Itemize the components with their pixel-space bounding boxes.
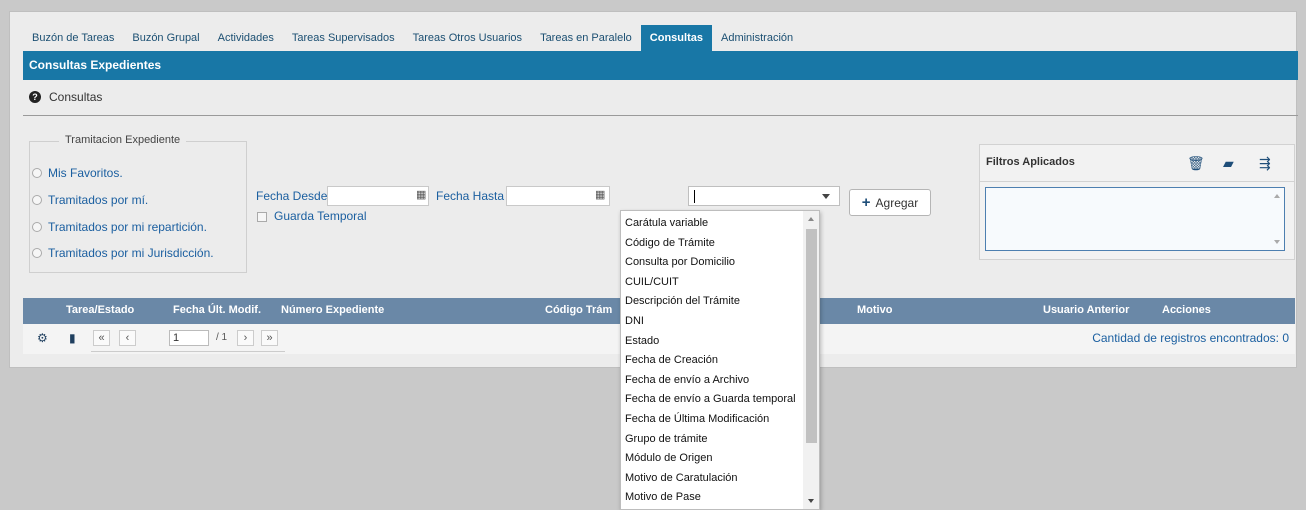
plus-icon: + xyxy=(861,193,871,211)
filtros-textarea[interactable] xyxy=(985,187,1285,251)
tramitacion-legend: Tramitacion Expediente xyxy=(59,134,187,146)
calendar-icon[interactable]: ▦ xyxy=(416,189,428,201)
radio-circle[interactable] xyxy=(32,222,42,232)
dropdown-option[interactable]: Estado xyxy=(621,332,803,352)
radio-label: Tramitados por mi Jurisdicción. xyxy=(48,246,214,260)
radio-circle[interactable] xyxy=(32,195,42,205)
dropdown-option[interactable]: Código de Trámite xyxy=(621,234,803,254)
guarda-temporal-label: Guarda Temporal xyxy=(274,209,367,223)
tab-tareas-supervisados[interactable]: Tareas Supervisados xyxy=(283,25,404,51)
radio-tramitados-por-reparticion[interactable]: Tramitados por mi repartición. xyxy=(32,220,207,234)
scroll-thumb[interactable] xyxy=(806,229,817,443)
agregar-button[interactable]: + Agregar xyxy=(849,189,931,216)
column-header[interactable]: Motivo xyxy=(857,304,892,316)
filtros-title: Filtros Aplicados xyxy=(986,156,1075,168)
fecha-desde-label: Fecha Desde xyxy=(256,189,328,203)
subheader: ? Consultas xyxy=(23,80,1298,116)
records-count: Cantidad de registros encontrados: 0 xyxy=(1092,331,1289,345)
page-total: / 1 xyxy=(216,332,228,343)
radio-circle[interactable] xyxy=(32,168,42,178)
dropdown-option[interactable]: Grupo de trámite xyxy=(621,430,803,450)
column-header[interactable]: Tarea/Estado xyxy=(66,304,134,316)
file-icon[interactable]: ▮ xyxy=(69,331,76,345)
tab-buzon-grupal[interactable]: Buzón Grupal xyxy=(123,25,208,51)
page-number-input[interactable]: 1 xyxy=(169,330,209,346)
dropdown-option[interactable]: Fecha de envío a Guarda temporal xyxy=(621,390,803,410)
dropdown-scrollbar[interactable] xyxy=(803,211,819,509)
folder-open-icon[interactable]: ▰ xyxy=(1223,155,1234,172)
radio-circle[interactable] xyxy=(32,248,42,258)
radio-tramitados-por-mi[interactable]: Tramitados por mí. xyxy=(32,193,148,207)
dropdown-option[interactable]: Módulo de Origen xyxy=(621,449,803,469)
tramitacion-fieldset: Tramitacion Expediente Mis Favoritos. Tr… xyxy=(29,134,247,273)
trash-icon[interactable]: 🗑 xyxy=(1187,155,1205,172)
tab-actividades[interactable]: Actividades xyxy=(209,25,283,51)
dropdown-option[interactable]: Motivo de Pase xyxy=(621,488,803,508)
tab-consultas[interactable]: Consultas xyxy=(640,25,712,51)
column-header[interactable]: Fecha Últ. Modif. xyxy=(173,304,261,316)
dropdown-option[interactable]: Motivo de Caratulación xyxy=(621,469,803,489)
dropdown-options: Carátula variable Código de Trámite Cons… xyxy=(621,214,803,508)
last-page-button[interactable]: » xyxy=(261,330,278,346)
filter-field-dropdown[interactable]: Carátula variable Código de Trámite Cons… xyxy=(620,210,820,510)
scroll-up-icon[interactable] xyxy=(808,217,814,221)
tab-tareas-en-paralelo[interactable]: Tareas en Paralelo xyxy=(531,25,641,51)
dropdown-option[interactable]: Descripción del Trámite xyxy=(621,292,803,312)
radio-mis-favoritos[interactable]: Mis Favoritos. xyxy=(32,166,123,180)
next-page-button[interactable]: › xyxy=(237,330,254,346)
column-header[interactable]: Acciones xyxy=(1162,304,1211,316)
prev-page-button[interactable]: ‹ xyxy=(119,330,136,346)
radio-label: Tramitados por mi repartición. xyxy=(48,220,207,234)
scroll-down-icon[interactable] xyxy=(808,499,814,503)
panel-title: Consultas Expedientes xyxy=(23,51,1298,80)
column-header[interactable]: Código Trám xyxy=(545,304,612,316)
dropdown-option[interactable]: Consulta por Domicilio xyxy=(621,253,803,273)
dropdown-option[interactable]: Fecha de envío a Archivo xyxy=(621,371,803,391)
fecha-hasta-label: Fecha Hasta xyxy=(436,189,505,203)
agregar-label: Agregar xyxy=(875,195,919,210)
filtros-header: Filtros Aplicados 🗑 ▰ ⇶ xyxy=(980,145,1294,182)
guarda-temporal-checkbox[interactable] xyxy=(257,212,267,222)
question-circle-icon[interactable]: ? xyxy=(29,91,41,103)
dropdown-option[interactable]: Carátula variable xyxy=(621,214,803,234)
radio-tramitados-por-jurisdiccion[interactable]: Tramitados por mi Jurisdicción. xyxy=(32,246,214,260)
column-header[interactable]: Número Expediente xyxy=(281,304,384,316)
filtros-aplicados-panel: Filtros Aplicados 🗑 ▰ ⇶ xyxy=(979,144,1295,260)
scroll-up-icon[interactable] xyxy=(1274,194,1280,198)
dropdown-option[interactable]: DNI xyxy=(621,312,803,332)
text-cursor xyxy=(694,190,695,203)
dropdown-option[interactable]: CUIL/CUIT xyxy=(621,273,803,293)
tab-administracion[interactable]: Administración xyxy=(712,25,802,51)
column-header[interactable]: Usuario Anterior xyxy=(1043,304,1129,316)
subheader-title: Consultas xyxy=(49,90,103,104)
filter-field-select[interactable] xyxy=(688,186,840,206)
divider xyxy=(91,351,285,352)
scroll-down-icon[interactable] xyxy=(1274,240,1280,244)
gear-icon[interactable]: ⚙ xyxy=(37,331,48,345)
first-page-button[interactable]: « xyxy=(93,330,110,346)
fecha-desde-input[interactable] xyxy=(327,186,429,206)
save-filter-icon[interactable]: ⇶ xyxy=(1259,155,1271,172)
tab-buzon-de-tareas[interactable]: Buzón de Tareas xyxy=(23,25,123,51)
radio-label: Tramitados por mí. xyxy=(48,193,149,207)
dropdown-option[interactable]: Fecha de Creación xyxy=(621,351,803,371)
chevron-down-icon[interactable] xyxy=(822,194,830,199)
dropdown-option[interactable]: Fecha de Última Modificación xyxy=(621,410,803,430)
calendar-icon[interactable]: ▦ xyxy=(595,189,607,201)
radio-label: Mis Favoritos. xyxy=(48,166,123,180)
top-tabs: Buzón de Tareas Buzón Grupal Actividades… xyxy=(23,25,802,51)
tab-tareas-otros-usuarios[interactable]: Tareas Otros Usuarios xyxy=(404,25,531,51)
